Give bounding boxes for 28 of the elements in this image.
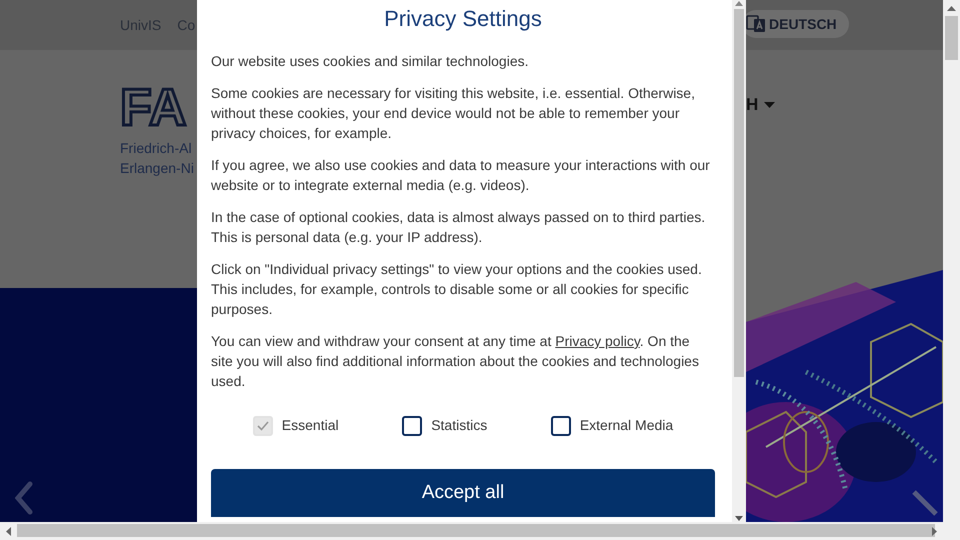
checkbox-label: Statistics: [431, 416, 488, 435]
checkbox[interactable]: [402, 416, 422, 436]
dialog-title: Privacy Settings: [383, 6, 543, 32]
scroll-up-icon[interactable]: [947, 6, 956, 11]
logo-subtitle: Erlangen-Ni: [120, 159, 195, 178]
scrollbar-thumb[interactable]: [17, 524, 935, 537]
checkbox-label: Essential: [282, 416, 339, 435]
logo-subtitle: Friedrich-Al: [120, 139, 193, 158]
check-icon: [256, 420, 269, 430]
scroll-right-icon[interactable]: [932, 527, 937, 536]
checkbox[interactable]: [550, 416, 571, 436]
translate-icon: [746, 14, 766, 34]
dialog-paragraph: Click on "Individual privacy settings" to view your options and the cookies used. This includes, for example, controls to disable some or all cookies for specific purposes.: [211, 260, 703, 319]
logo[interactable]: FA: [120, 78, 186, 138]
scrollbar-thumb[interactable]: [734, 9, 744, 377]
menu-item[interactable]: H: [746, 92, 758, 118]
checkbox-label: External Media: [580, 416, 674, 435]
scroll-left-icon[interactable]: [6, 527, 11, 536]
dialog-paragraph: You can view and withdraw your consent at any time at Privacy policy. On the site you will also find additional information about the cookies and technologies used.: [211, 332, 700, 391]
scroll-up-icon[interactable]: [735, 1, 743, 6]
dialog-paragraph: Our website uses cookies and similar technologies.: [211, 52, 530, 71]
dialog-paragraph: If you agree, we also use cookies and data to measure your interactions with our website or to integrate external media (e.g. videos).: [211, 156, 711, 195]
dialog-paragraph: Some cookies are necessary for visiting this website, i.e. essential. Otherwise, without these cookies, your end device would not be able to remember your privacy choices, for example.: [211, 84, 696, 143]
caret-icon: [764, 102, 776, 108]
privacy-policy-link[interactable]: Privacy policy: [555, 333, 640, 349]
accept-all-button[interactable]: Accept all: [211, 469, 715, 517]
dialog-paragraph: In the case of optional cookies, data is almost always passed on to third parties. This is personal data (e.g. your IP address).: [211, 208, 706, 247]
scrollbar-thumb[interactable]: [945, 16, 958, 60]
